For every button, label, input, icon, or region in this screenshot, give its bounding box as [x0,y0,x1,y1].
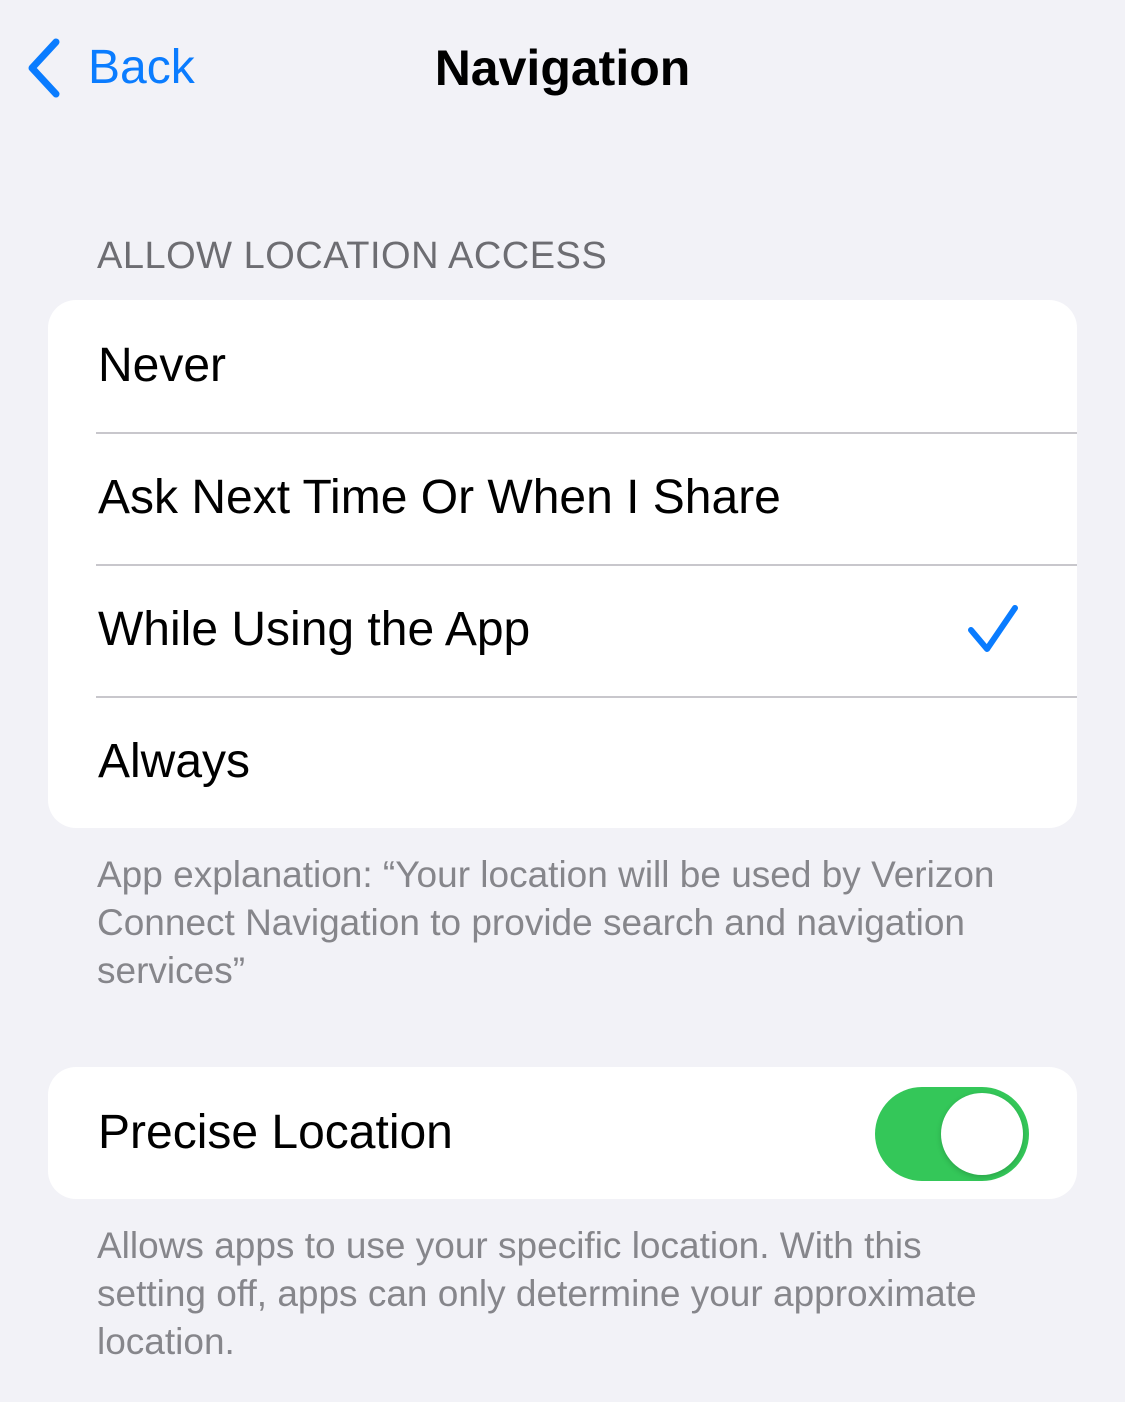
navigation-bar: Back Navigation [0,0,1125,140]
toggle-knob [941,1093,1023,1175]
option-label: While Using the App [98,603,531,656]
option-label: Always [98,735,251,788]
precise-location-footer: Allows apps to use your specific locatio… [97,1225,977,1362]
section-header-location-access: ALLOW LOCATION ACCESS [97,235,608,277]
option-while-using-app[interactable]: While Using the App [48,564,1077,696]
app-explanation-text: App explanation: “Your location will be … [97,854,995,991]
checkmark-icon [968,605,1018,652]
precise-location-row: Precise Location [48,1067,1077,1199]
option-label: Ask Next Time Or When I Share [98,471,781,524]
precise-location-group: Precise Location [48,1067,1077,1199]
option-always[interactable]: Always [48,696,1077,828]
option-label: Never [98,339,227,392]
precise-location-toggle[interactable] [875,1087,1029,1181]
page-title: Navigation [434,40,691,96]
precise-location-label: Precise Location [98,1106,453,1159]
option-ask-next-time[interactable]: Ask Next Time Or When I Share [48,432,1077,564]
location-access-options: Never Ask Next Time Or When I Share Whil… [48,300,1077,828]
option-never[interactable]: Never [48,300,1077,432]
